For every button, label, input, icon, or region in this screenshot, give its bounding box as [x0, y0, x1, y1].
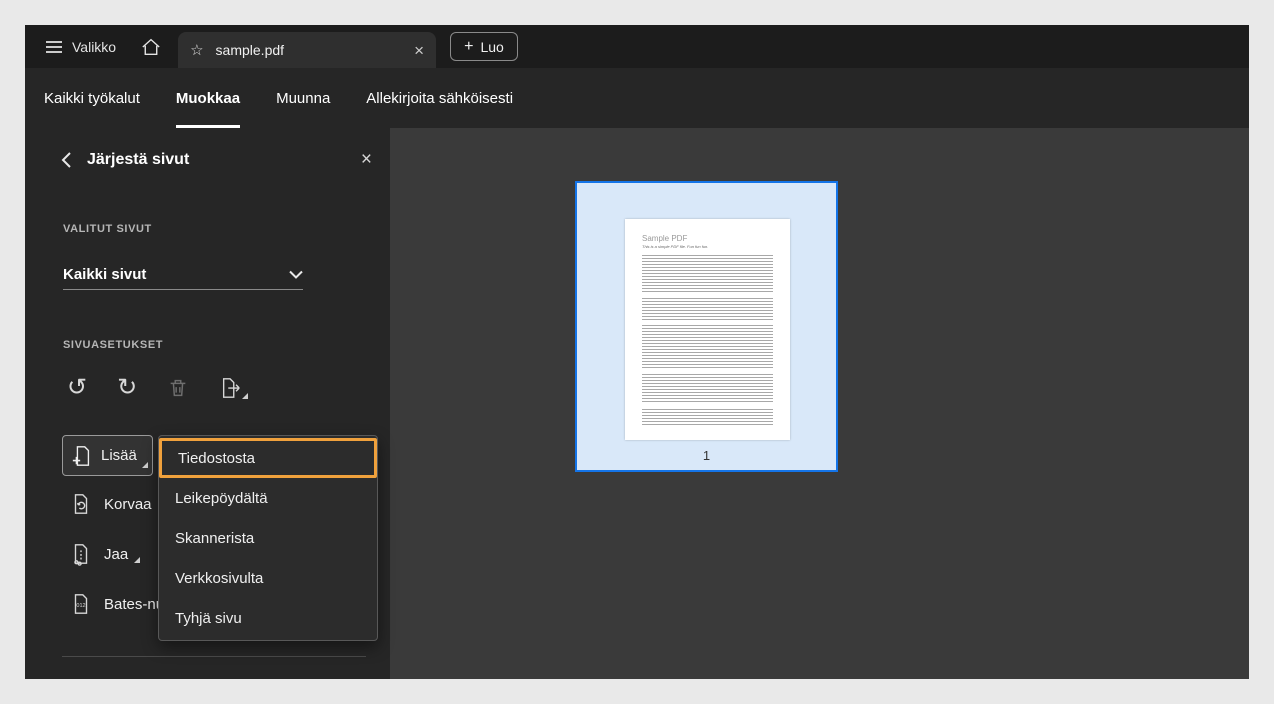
menu-item-from-clipboard[interactable]: Leikepöydältä	[159, 478, 377, 518]
bates-numbering-icon: 012	[70, 592, 92, 616]
pdf-paragraph	[642, 298, 773, 320]
organize-pages-panel: Järjestä sivut × VALITUT SIVUT Kaikki si…	[25, 128, 390, 679]
main-menu-label: Valikko	[72, 39, 116, 55]
nav-item-all-tools[interactable]: Kaikki työkalut	[44, 90, 140, 107]
document-canvas: Sample PDF This is a simple PDF file. Fu…	[390, 128, 1249, 679]
rotate-right-icon[interactable]: ↻	[117, 376, 137, 400]
home-button[interactable]	[130, 25, 172, 68]
selected-pages-header: VALITUT SIVUT	[63, 223, 152, 235]
hamburger-menu-icon	[45, 40, 63, 54]
content-area: Järjestä sivut × VALITUT SIVUT Kaikki si…	[25, 128, 1249, 679]
app-window: Valikko ☆ sample.pdf × + Luo Kaikki työk…	[25, 25, 1249, 679]
tab-title: sample.pdf	[216, 42, 284, 58]
page-range-select[interactable]: Kaikki sivut	[63, 260, 303, 290]
page-range-value: Kaikki sivut	[63, 266, 146, 283]
rotate-left-icon[interactable]: ↺	[67, 376, 87, 400]
top-bar: Valikko ☆ sample.pdf × + Luo	[25, 25, 1249, 68]
panel-close-icon[interactable]: ×	[361, 150, 372, 169]
replace-pages-button[interactable]: Korvaa	[70, 489, 152, 519]
page-thumbnail-selected[interactable]: Sample PDF This is a simple PDF file. Fu…	[575, 181, 838, 472]
nav-item-edit[interactable]: Muokkaa	[176, 90, 240, 107]
pdf-page-preview: Sample PDF This is a simple PDF file. Fu…	[625, 219, 790, 440]
nav-item-esign[interactable]: Allekirjoita sähköisesti	[366, 90, 513, 107]
menu-item-from-webpage[interactable]: Verkkosivulta	[159, 558, 377, 598]
extract-page-icon[interactable]	[219, 377, 243, 399]
replace-page-icon	[70, 492, 92, 516]
pdf-paragraph	[642, 325, 773, 369]
pdf-title-text: Sample PDF	[642, 234, 773, 243]
page-settings-header: SIVUASETUKSET	[63, 339, 163, 351]
replace-button-label: Korvaa	[104, 496, 152, 513]
insert-button-label: Lisää	[101, 447, 137, 464]
nav-item-convert[interactable]: Muunna	[276, 90, 330, 107]
tab-close-icon[interactable]: ×	[414, 42, 424, 59]
pdf-paragraph	[642, 255, 773, 293]
svg-text:012: 012	[76, 603, 85, 609]
star-icon[interactable]: ☆	[190, 43, 203, 58]
menu-item-from-scanner[interactable]: Skannerista	[159, 518, 377, 558]
split-pages-button[interactable]: Jaa	[70, 539, 140, 569]
insert-pages-button[interactable]: Lisää	[62, 435, 153, 476]
trash-icon[interactable]	[167, 377, 189, 399]
chevron-down-icon	[289, 270, 303, 279]
create-button-label: Luo	[480, 39, 503, 55]
tools-nav-bar: Kaikki työkalut Muokkaa Muunna Allekirjo…	[25, 68, 1249, 128]
page-tools-row: ↺ ↻	[67, 376, 243, 400]
back-chevron-icon[interactable]	[61, 151, 72, 169]
home-icon	[141, 38, 161, 56]
insert-pages-menu: Tiedostosta Leikepöydältä Skannerista Ve…	[158, 435, 378, 641]
pdf-paragraph	[642, 409, 773, 425]
menu-item-blank-page[interactable]: Tyhjä sivu	[159, 598, 377, 638]
bates-numbering-button[interactable]: 012 Bates-nu	[70, 589, 164, 619]
pdf-paragraph	[642, 374, 773, 404]
main-menu-button[interactable]: Valikko	[25, 25, 130, 68]
create-button[interactable]: + Luo	[450, 32, 518, 61]
pdf-subtitle-text: This is a simple PDF file. Fun fun fun.	[642, 244, 773, 249]
page-number-label: 1	[577, 448, 836, 463]
insert-page-icon	[71, 444, 93, 468]
document-tab[interactable]: ☆ sample.pdf ×	[178, 32, 436, 68]
panel-title: Järjestä sivut	[87, 151, 189, 169]
panel-header: Järjestä sivut ×	[61, 150, 372, 169]
submenu-triangle-icon	[242, 393, 248, 399]
bates-button-label: Bates-nu	[104, 596, 164, 613]
plus-icon: +	[464, 39, 473, 55]
panel-divider	[62, 656, 366, 657]
split-button-label: Jaa	[104, 546, 128, 563]
menu-item-from-file[interactable]: Tiedostosta	[159, 438, 377, 478]
submenu-triangle-icon	[142, 462, 148, 468]
submenu-triangle-icon	[134, 557, 140, 563]
split-page-icon	[70, 542, 92, 566]
